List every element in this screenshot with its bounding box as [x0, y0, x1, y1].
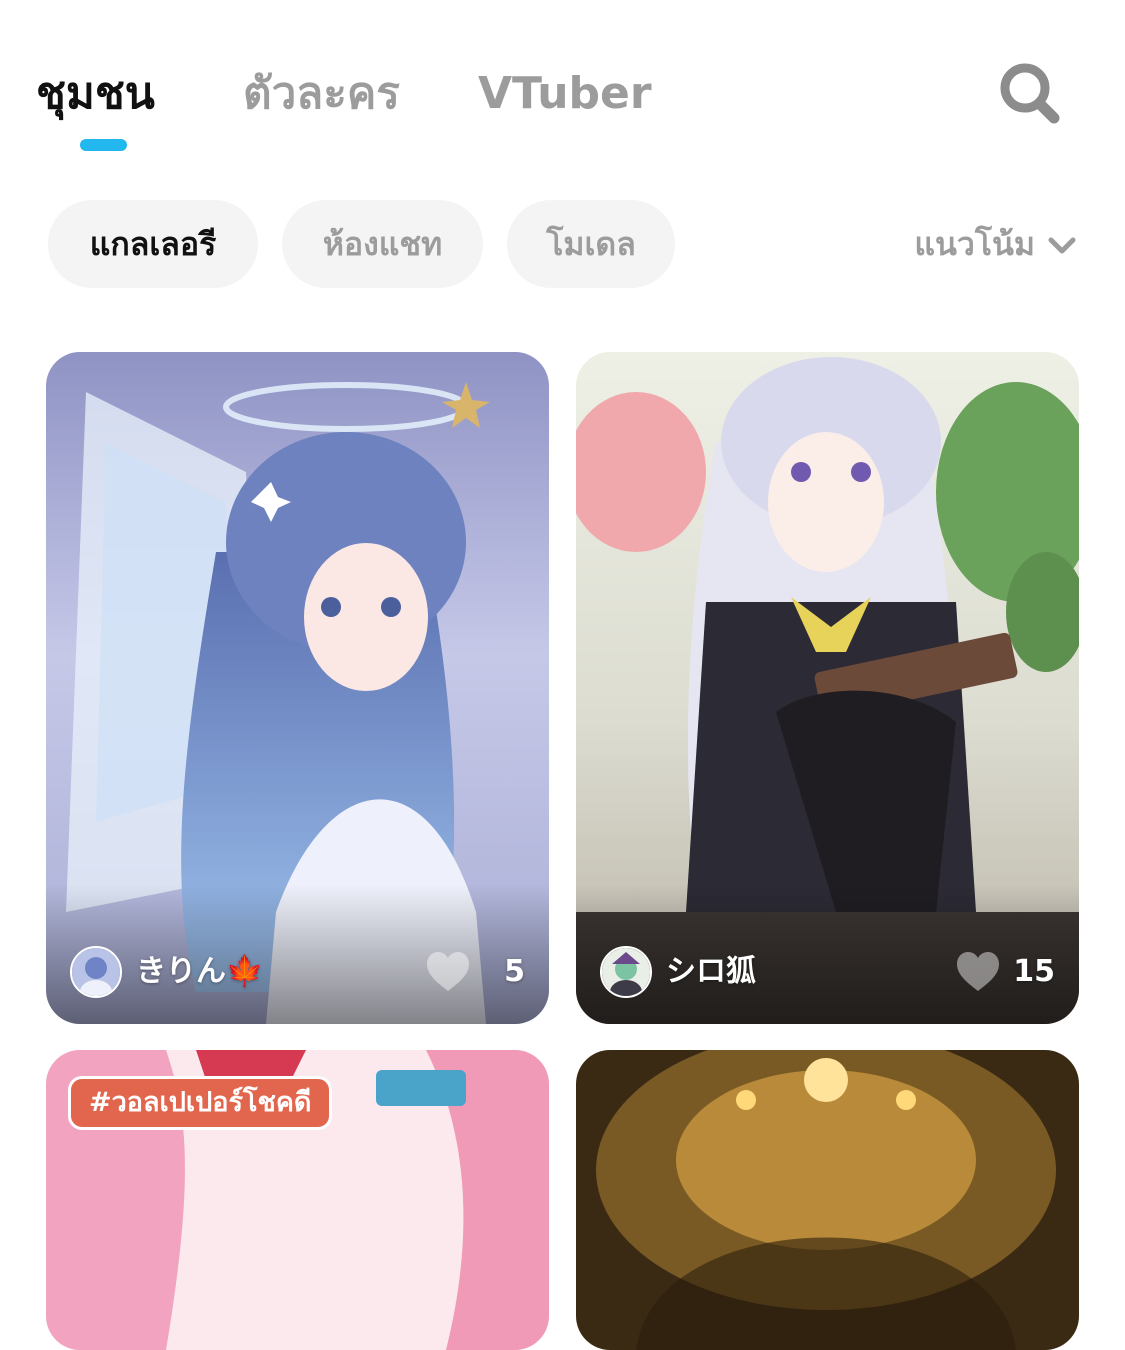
active-tab-indicator [80, 139, 127, 151]
feed-card[interactable]: シロ狐 15 [576, 352, 1079, 1024]
tab-community[interactable]: ชุมชน [36, 58, 155, 130]
chevron-down-icon [1047, 214, 1077, 278]
heart-icon [957, 952, 999, 991]
feed-card[interactable] [576, 1050, 1079, 1350]
heart-icon [427, 952, 469, 991]
card-footer: シロ狐 15 [600, 946, 1055, 998]
card-footer: きりん🍁 5 [70, 946, 525, 998]
author-name: シロ狐 [666, 954, 756, 989]
like-count: 15 [1013, 954, 1055, 989]
tab-vtuber[interactable]: VTuber [478, 58, 652, 130]
hashtag-badge[interactable]: #วอลเปเปอร์โชคดี [68, 1076, 333, 1130]
filter-gallery[interactable]: แกลเลอรี [48, 200, 258, 288]
sort-label: แนวโน้ม [914, 225, 1035, 263]
card-artwork [576, 1050, 1079, 1350]
search-button[interactable] [996, 58, 1066, 128]
search-icon [1000, 63, 1060, 124]
user-avatar[interactable] [600, 946, 652, 998]
feed-card[interactable]: #วอลเปเปอร์โชคดี [46, 1050, 549, 1350]
feed-card[interactable]: きりん🍁 5 [46, 352, 549, 1024]
sort-dropdown[interactable]: แนวโน้ม [914, 212, 1077, 276]
filter-models[interactable]: โมเดล [507, 200, 675, 288]
maple-leaf-emoji: 🍁 [226, 954, 264, 989]
like-count: 5 [504, 954, 525, 989]
author-name: きりん🍁 [136, 954, 264, 989]
tab-characters[interactable]: ตัวละคร [243, 58, 400, 130]
filter-chatrooms[interactable]: ห้องแชท [282, 200, 483, 288]
user-avatar[interactable] [70, 946, 122, 998]
